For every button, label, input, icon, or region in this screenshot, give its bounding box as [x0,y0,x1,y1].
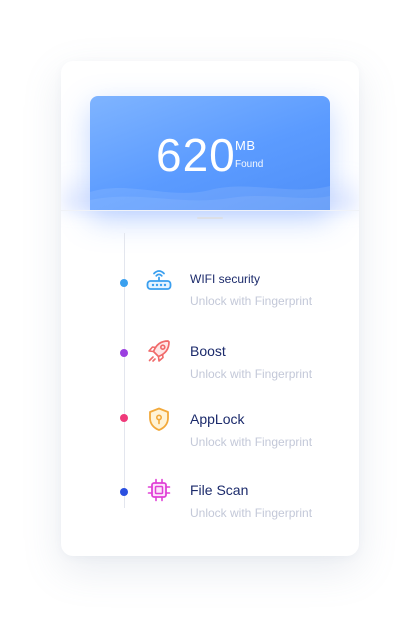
timeline-dot [120,349,128,357]
item-subtitle: Unlock with Fingerprint [190,367,313,381]
item-title: WIFI security [190,272,261,286]
item-title: Boost [190,343,226,359]
item-subtitle: Unlock with Fingerprint [190,435,313,449]
timeline-dot [120,279,128,287]
rocket-icon [145,337,173,365]
found-caption: Found [235,159,264,170]
timeline-line [124,233,125,508]
shield-lock-icon [145,405,173,433]
banner-divider [61,210,359,211]
item-title: File Scan [190,482,249,498]
found-size-value: 620 [156,129,236,181]
found-size-unit: MB [235,138,256,153]
storage-summary-banner: 620 MB Found [90,96,330,210]
chip-icon [145,476,173,504]
timeline-dot [120,488,128,496]
item-title: AppLock [190,411,245,427]
router-icon [145,265,173,293]
item-subtitle: Unlock with Fingerprint [190,294,313,308]
item-subtitle: Unlock with Fingerprint [190,506,313,520]
scan-result-card: 620 MB Found WIFI security Unlock with F… [61,61,359,556]
timeline-dot [120,414,128,422]
drag-handle[interactable] [197,217,223,219]
